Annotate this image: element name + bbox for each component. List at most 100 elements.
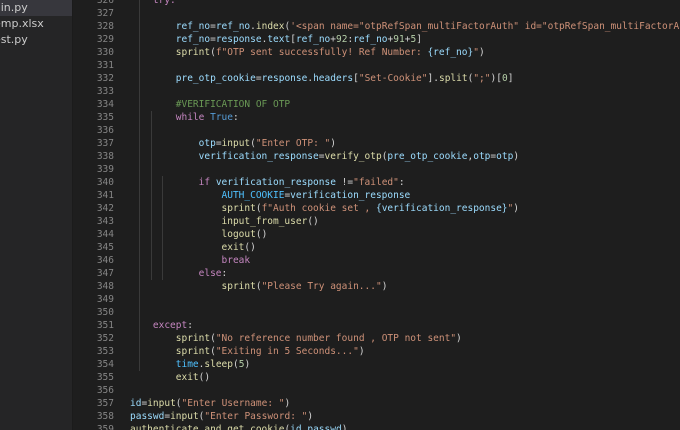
- line-number: 348: [96, 281, 114, 292]
- code-line[interactable]: 326 try:: [73, 0, 176, 7]
- line-number: 341: [96, 190, 114, 201]
- code-token: time: [175, 359, 199, 370]
- code-token: passwd: [307, 424, 342, 430]
- line-number: 353: [96, 346, 114, 357]
- code-token: input_from_user: [221, 216, 308, 227]
- file-explorer: ain.py emp.xlsx est.py: [0, 0, 73, 430]
- code-token: "failed": [353, 177, 399, 188]
- code-content: logout(): [114, 228, 268, 241]
- line-number: 351: [96, 320, 114, 331]
- line-number: 354: [96, 359, 114, 370]
- code-token: ]: [507, 73, 514, 84]
- code-line[interactable]: 354 time.sleep(5): [73, 358, 250, 371]
- code-token: authenticate_and_get_cookie: [130, 424, 285, 430]
- line-number: 329: [96, 34, 114, 45]
- code-token: ): [244, 359, 251, 370]
- code-line[interactable]: 327: [73, 7, 130, 20]
- code-token: input: [170, 411, 199, 422]
- code-token: ): [284, 398, 291, 409]
- code-token: split: [438, 73, 468, 84]
- code-token: ): [456, 333, 462, 344]
- code-line[interactable]: 339: [73, 163, 130, 176]
- code-token: "Enter Username: ": [181, 398, 285, 409]
- code-token: 91: [393, 34, 405, 45]
- code-line[interactable]: 329 ref_no=response.text[ref_no+92:ref_n…: [73, 33, 422, 46]
- code-content: sprint("Please Try again..."): [114, 280, 388, 293]
- code-content: while True:: [114, 111, 239, 124]
- explorer-file-item[interactable]: est.py: [0, 32, 72, 48]
- line-number: 357: [96, 398, 114, 409]
- code-line[interactable]: 349: [73, 293, 130, 306]
- code-token: exit: [221, 242, 245, 253]
- code-token: input: [147, 398, 176, 409]
- code-line[interactable]: 341 AUTH_COOKIE=verification_response: [73, 189, 410, 202]
- code-content: sprint(f"OTP sent successfully! Ref Numb…: [114, 46, 485, 59]
- code-token: index: [255, 21, 285, 32]
- line-number: 347: [96, 268, 114, 279]
- line-number: 338: [96, 151, 114, 162]
- code-token: ): [341, 424, 348, 430]
- code-token: (): [255, 229, 268, 240]
- code-line[interactable]: 356: [73, 384, 130, 397]
- code-token: response: [261, 73, 308, 84]
- code-content: sprint(f"Auth cookie set , {verification…: [114, 202, 519, 215]
- code-line[interactable]: 337 otp=input("Enter OTP: "): [73, 137, 336, 150]
- code-token: :: [233, 112, 239, 123]
- code-content: verification_response=verify_otp(pre_otp…: [114, 150, 519, 163]
- line-number: 335: [96, 112, 114, 123]
- code-line[interactable]: 355 exit(): [73, 371, 210, 384]
- indent-guide: [139, 0, 141, 371]
- code-content: input_from_user(): [114, 215, 319, 228]
- code-line[interactable]: 344 logout(): [73, 228, 267, 241]
- code-token: headers: [313, 73, 354, 84]
- line-number: 333: [96, 86, 114, 97]
- code-token: verification_response: [215, 177, 336, 188]
- code-line[interactable]: 358 passwd=input("Enter Password: "): [73, 410, 313, 423]
- indent-guide: [150, 111, 152, 280]
- code-line[interactable]: 333: [73, 85, 130, 98]
- code-token: verification_response: [198, 151, 319, 162]
- code-token: AUTH_COOKIE: [221, 190, 285, 201]
- code-token: text: [267, 34, 291, 45]
- code-line[interactable]: 336: [73, 124, 130, 137]
- code-line[interactable]: 345 exit(): [73, 241, 256, 254]
- line-number: 342: [96, 203, 114, 214]
- code-token: ref_no: [215, 21, 251, 32]
- line-number: 343: [96, 216, 114, 227]
- code-line[interactable]: 330 sprint(f"OTP sent successfully! Ref …: [73, 46, 485, 59]
- code-line[interactable]: 334 #VERIFICATION OF OTP: [73, 98, 290, 111]
- line-number: 326: [96, 0, 114, 6]
- code-content: ref_no=ref_no.index('<span name="otpRefS…: [114, 20, 680, 33]
- code-line[interactable]: 340 if verification_response !="failed":: [73, 176, 405, 189]
- line-number: 346: [96, 255, 114, 266]
- code-line[interactable]: 351 except:: [73, 319, 193, 332]
- code-token: while: [175, 112, 205, 123]
- code-line[interactable]: 328 ref_no=ref_no.index('<span name="otp…: [73, 20, 680, 33]
- code-token: logout: [221, 229, 256, 240]
- code-token: ";": [473, 73, 491, 84]
- code-content: except:: [114, 319, 193, 332]
- code-token: response: [215, 34, 262, 45]
- code-line[interactable]: 353 sprint("Exiting in 5 Seconds..."): [73, 345, 365, 358]
- code-token: sprint: [221, 203, 256, 214]
- code-line[interactable]: 335 while True:: [73, 111, 239, 124]
- explorer-file-item[interactable]: ain.py: [0, 0, 72, 16]
- code-line[interactable]: 343 input_from_user(): [73, 215, 319, 228]
- line-number: 331: [96, 60, 114, 71]
- code-token: exit: [175, 372, 199, 383]
- code-token: :: [398, 177, 405, 188]
- code-token: f"Auth cookie set ,: [261, 203, 376, 214]
- explorer-file-item[interactable]: emp.xlsx: [0, 16, 72, 32]
- code-line[interactable]: 331: [73, 59, 130, 72]
- code-token: ]: [416, 34, 422, 45]
- code-line[interactable]: 357 id=input("Enter Username: "): [73, 397, 290, 410]
- code-content: sprint("Exiting in 5 Seconds..."): [114, 345, 365, 358]
- code-editor[interactable]: 326 try: 327 328 ref_no=ref_no.index('<spa…: [73, 0, 680, 430]
- line-number: 332: [96, 73, 114, 84]
- code-line[interactable]: 359 authenticate_and_get_cookie(id,passwd…: [73, 423, 348, 430]
- code-line[interactable]: 350: [73, 306, 130, 319]
- code-token: ref_no: [175, 21, 211, 32]
- code-line[interactable]: 352 sprint("No reference number found , …: [73, 332, 462, 345]
- code-line[interactable]: 348 sprint("Please Try again..."): [73, 280, 388, 293]
- code-token: pre_otp_cookie: [387, 151, 468, 162]
